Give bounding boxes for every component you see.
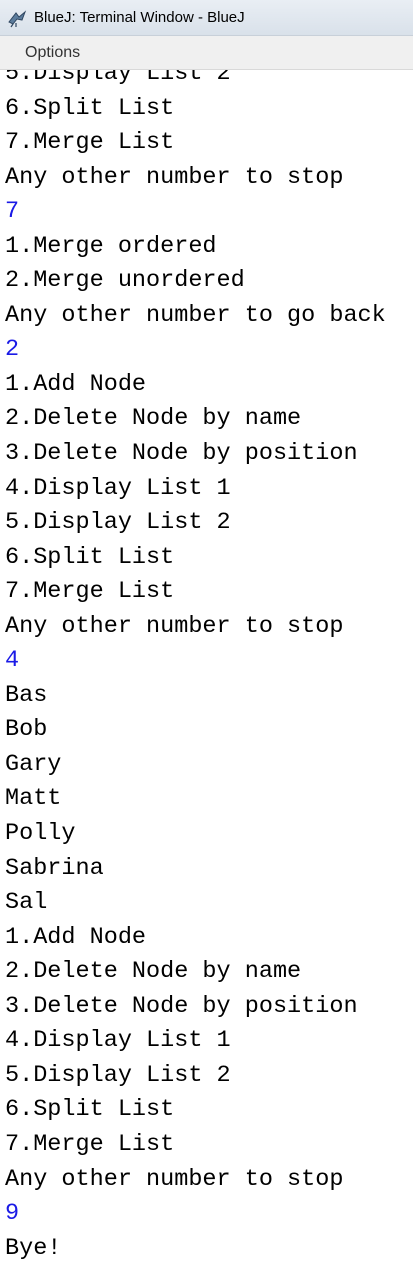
user-input-line: 7 [5, 198, 20, 226]
output-line: Any other number to stop [5, 612, 344, 640]
output-line: 3.Delete Node by position [5, 440, 358, 468]
user-input-line: 9 [5, 1200, 20, 1228]
output-line: Gary [5, 750, 62, 778]
output-line: 1.Merge ordered [5, 232, 217, 260]
output-line: Bye! [5, 1234, 62, 1262]
output-line: Bob [5, 716, 48, 744]
menu-bar: Options [0, 36, 413, 70]
output-line: 6.Split List [5, 94, 175, 122]
output-line: 4.Display List 1 [5, 1027, 231, 1055]
menu-options[interactable]: Options [17, 40, 88, 66]
output-line: 4.Display List 1 [5, 474, 231, 502]
output-line: 1.Add Node [5, 370, 147, 398]
output-line: Sabrina [5, 854, 104, 882]
terminal-lines: 5.Display List 2 6.Split List 7.Merge List… [5, 70, 386, 1266]
output-line: Bas [5, 681, 48, 709]
output-line: 2.Delete Node by name [5, 405, 302, 433]
output-line: 2.Delete Node by name [5, 958, 302, 986]
output-line: Any other number to stop [5, 163, 344, 191]
user-input-line: 4 [5, 647, 20, 675]
bluej-bird-icon[interactable] [6, 7, 28, 29]
output-line: 3.Delete Node by position [5, 992, 358, 1020]
output-line: 5.Display List 2 [5, 1061, 231, 1089]
output-line: Matt [5, 785, 62, 813]
output-line: Polly [5, 820, 76, 848]
output-line: 7.Merge List [5, 129, 175, 157]
terminal-output[interactable]: 5.Display List 2 6.Split List 7.Merge List… [0, 70, 413, 1268]
title-bar[interactable]: BlueJ: Terminal Window - BlueJ [0, 0, 413, 36]
output-line: Any other number to go back [5, 301, 386, 329]
output-line: 6.Split List [5, 543, 175, 571]
output-line: 5.Display List 2 [5, 70, 231, 87]
output-line: Sal [5, 889, 48, 917]
terminal-window: BlueJ: Terminal Window - BlueJ Options 5… [0, 0, 413, 1268]
output-line: Any other number to stop [5, 1165, 344, 1193]
output-line: 5.Display List 2 [5, 509, 231, 537]
output-line: 1.Add Node [5, 923, 147, 951]
output-line: 7.Merge List [5, 1130, 175, 1158]
output-line: 2.Merge unordered [5, 267, 245, 295]
output-line: 6.Split List [5, 1096, 175, 1124]
window-title: BlueJ: Terminal Window - BlueJ [34, 9, 245, 26]
user-input-line: 2 [5, 336, 20, 364]
output-line: 7.Merge List [5, 578, 175, 606]
